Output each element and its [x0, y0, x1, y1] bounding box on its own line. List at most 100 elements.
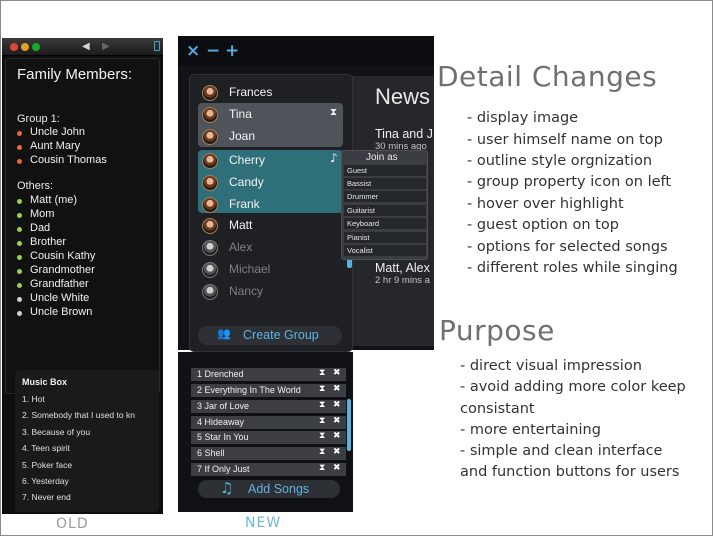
old-member-item[interactable]: Matt (me) [30, 194, 77, 206]
remove-icon[interactable]: ✖ [333, 431, 341, 441]
song-row[interactable]: 2 Everything In The World ⧗ ✖ [191, 384, 346, 397]
song-row[interactable]: 5 Star In You ⧗ ✖ [191, 431, 346, 444]
news-item-name[interactable]: Tina and J [375, 127, 433, 141]
hourglass-icon[interactable]: ⧗ [319, 416, 325, 426]
avatar [202, 107, 218, 123]
music-song-item[interactable]: 7. Never end [22, 492, 71, 502]
member-name: Cherry [229, 153, 266, 167]
family-members-panel: Family Members: Group 1: Uncle John Aunt… [5, 58, 160, 394]
song-title: 7 If Only Just [197, 464, 250, 474]
member-item[interactable]: Michael [202, 261, 342, 279]
news-title: News [375, 84, 431, 109]
old-member-item[interactable]: Dad [30, 222, 50, 234]
old-member-item[interactable]: Uncle White [30, 292, 89, 304]
old-member-item[interactable]: Brother [30, 236, 66, 248]
member-name: Michael [229, 262, 271, 276]
old-member-item[interactable]: Mom [30, 208, 54, 220]
close-icon[interactable]: × [186, 41, 200, 61]
member-item[interactable]: Alex [202, 239, 342, 257]
old-member-item[interactable]: Grandmother [30, 264, 95, 276]
offline-dot-icon [17, 297, 22, 302]
music-note-icon[interactable]: ♪ [330, 151, 338, 165]
songs-scrollbar[interactable] [347, 399, 351, 451]
join-as-title: Join as [366, 152, 398, 163]
close-dot-icon[interactable] [10, 43, 18, 51]
remove-icon[interactable]: ✖ [333, 400, 341, 410]
music-song-item[interactable]: 2. Somebody that I used to kn [22, 410, 135, 420]
music-song-item[interactable]: 1. Hot [22, 394, 45, 404]
old-member-item[interactable]: Cousin Kathy [30, 250, 95, 262]
song-row[interactable]: 3 Jar of Love ⧗ ✖ [191, 400, 346, 413]
group-property-icon[interactable]: ⧗ [330, 107, 337, 118]
create-group-label: Create Group [243, 328, 319, 342]
member-item[interactable]: Frances [202, 84, 342, 102]
detail-item: - display image [467, 110, 579, 126]
old-member-item[interactable]: Uncle John [30, 126, 85, 138]
detail-item: - outline style orgnization [467, 153, 653, 169]
music-song-item[interactable]: 5. Poker face [22, 460, 72, 470]
remove-icon[interactable]: ✖ [333, 463, 341, 473]
member-item[interactable]: Matt [202, 217, 342, 235]
old-app-window: ◀ ▶ Family Members: Group 1: Uncle John … [2, 38, 163, 514]
forward-arrow-icon[interactable]: ▶ [102, 41, 110, 52]
member-item[interactable]: Cherry [202, 152, 342, 170]
music-box-panel: Music Box 1. Hot 2. Somebody that I used… [15, 370, 159, 512]
window-toggle-icon[interactable] [154, 41, 160, 51]
song-row[interactable]: 6 Shell ⧗ ✖ [191, 447, 346, 460]
purpose-item: - avoid adding more color keep [460, 379, 686, 395]
detail-item: - options for selected songs [467, 239, 668, 255]
song-row[interactable]: 4 Hideaway ⧗ ✖ [191, 416, 346, 429]
zoom-dot-icon[interactable] [32, 43, 40, 51]
minus-icon[interactable]: − [206, 41, 220, 61]
role-option-pianist[interactable]: Pianist [344, 232, 426, 244]
purpose-item: - direct visual impression [460, 358, 642, 374]
member-item[interactable]: Frank [202, 196, 342, 214]
avatar [202, 240, 218, 256]
hourglass-icon[interactable]: ⧗ [319, 384, 325, 394]
online-dot-icon [17, 199, 22, 204]
hourglass-icon[interactable]: ⧗ [319, 400, 325, 410]
role-option-keyboard[interactable]: Keyboard [344, 218, 426, 230]
plus-icon[interactable]: + [225, 41, 239, 61]
member-name: Frank [229, 197, 260, 211]
old-member-item[interactable]: Aunt Mary [30, 140, 80, 152]
role-option-guitarist[interactable]: Guitarist [344, 205, 426, 217]
remove-icon[interactable]: ✖ [333, 368, 341, 378]
remove-icon[interactable]: ✖ [333, 416, 341, 426]
group-member-dot-icon [17, 145, 22, 150]
music-song-item[interactable]: 6. Yesterday [22, 476, 69, 486]
old-titlebar: ◀ ▶ [2, 38, 163, 56]
song-title: 4 Hideaway [197, 417, 245, 427]
news-item-name[interactable]: Matt, Alex [375, 261, 430, 275]
hourglass-icon[interactable]: ⧗ [319, 447, 325, 457]
hourglass-icon[interactable]: ⧗ [319, 463, 325, 473]
member-item[interactable]: Candy [202, 174, 342, 192]
purpose-item: and function buttons for users [460, 464, 680, 480]
song-title: 1 Drenched [197, 369, 244, 379]
role-option-drummer[interactable]: Drummer [344, 191, 426, 203]
hourglass-icon[interactable]: ⧗ [319, 368, 325, 378]
song-row[interactable]: 7 If Only Just ⧗ ✖ [191, 463, 346, 476]
role-option-bassist[interactable]: Bassist [344, 178, 426, 190]
music-song-item[interactable]: 3. Because of you [22, 427, 90, 437]
minimize-dot-icon[interactable] [21, 43, 29, 51]
hourglass-icon[interactable]: ⧗ [319, 431, 325, 441]
detail-item: - guest option on top [467, 217, 619, 233]
member-name: Candy [229, 175, 264, 189]
old-member-item[interactable]: Cousin Thomas [30, 154, 107, 166]
member-item[interactable]: Tina [202, 106, 342, 124]
old-member-item[interactable]: Grandfather [30, 278, 89, 290]
back-arrow-icon[interactable]: ◀ [82, 41, 90, 52]
remove-icon[interactable]: ✖ [333, 447, 341, 457]
song-row[interactable]: 1 Drenched ⧗ ✖ [191, 368, 346, 381]
song-title: 5 Star In You [197, 432, 249, 442]
avatar [202, 262, 218, 278]
role-option-guest[interactable]: Guest [344, 165, 426, 177]
remove-icon[interactable]: ✖ [333, 384, 341, 394]
detail-item: - different roles while singing [467, 260, 678, 276]
old-member-item[interactable]: Uncle Brown [30, 306, 92, 318]
music-song-item[interactable]: 4. Teen spirit [22, 443, 70, 453]
role-option-vocalist[interactable]: Vocalist [344, 245, 426, 257]
member-item[interactable]: Nancy [202, 283, 342, 301]
member-item[interactable]: Joan [202, 128, 342, 146]
